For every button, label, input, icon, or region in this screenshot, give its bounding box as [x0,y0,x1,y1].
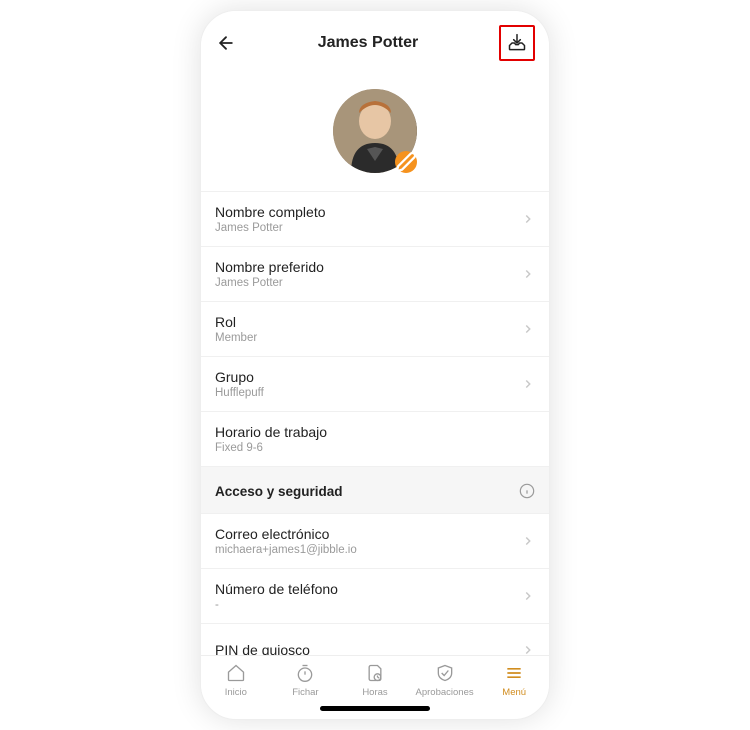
stopwatch-icon [295,663,315,683]
nav-label: Menú [502,687,526,698]
row-value: michaera+james1@jibble.io [215,544,521,556]
content-scroll[interactable]: Nombre completo James Potter Nombre pref… [201,73,549,655]
row-label: Nombre preferido [215,259,521,275]
avatar[interactable] [333,89,417,173]
home-indicator [320,706,430,711]
archive-download-icon [507,33,527,53]
archive-highlight [499,25,535,61]
nav-clock-in[interactable]: Fichar [271,662,341,698]
row-label: Correo electrónico [215,526,521,542]
row-full-name[interactable]: Nombre completo James Potter [201,191,549,246]
row-label: Horario de trabajo [215,424,535,440]
row-value: - [215,599,521,611]
chevron-right-icon [521,643,535,655]
pencil-icon [395,120,417,204]
info-icon[interactable] [519,483,535,499]
row-value: James Potter [215,277,521,289]
row-label: Rol [215,314,521,330]
phone-screen: James Potter [200,10,550,720]
row-role[interactable]: Rol Member [201,301,549,356]
chevron-right-icon [521,589,535,603]
back-arrow-icon [216,33,236,53]
avatar-section [201,73,549,191]
row-label: Número de teléfono [215,581,521,597]
bottom-nav: Inicio Fichar Horas Aprobaciones Menú [201,655,549,702]
nav-label: Aprobaciones [416,687,474,698]
shield-check-icon [435,663,455,683]
chevron-right-icon [521,377,535,391]
row-value: Member [215,332,521,344]
nav-label: Fichar [292,687,318,698]
edit-avatar-button[interactable] [395,151,417,173]
section-label: Acceso y seguridad [215,484,343,499]
row-value: Fixed 9-6 [215,442,535,454]
nav-label: Horas [362,687,387,698]
row-email[interactable]: Correo electrónico michaera+james1@jibbl… [201,513,549,568]
menu-icon [504,663,524,683]
row-group[interactable]: Grupo Hufflepuff [201,356,549,411]
chevron-right-icon [521,322,535,336]
archive-button[interactable] [503,29,531,57]
nav-home[interactable]: Inicio [201,662,271,698]
row-label: Grupo [215,369,521,385]
page-title: James Potter [318,34,419,52]
row-kiosk-pin[interactable]: PIN de quiosco [201,623,549,655]
nav-menu[interactable]: Menú [479,662,549,698]
home-icon [226,663,246,683]
row-label: PIN de quiosco [215,642,521,655]
row-value: James Potter [215,222,521,234]
row-phone[interactable]: Número de teléfono - [201,568,549,623]
chevron-right-icon [521,534,535,548]
row-preferred-name[interactable]: Nombre preferido James Potter [201,246,549,301]
section-access-security: Acceso y seguridad [201,466,549,513]
row-value: Hufflepuff [215,387,521,399]
header: James Potter [201,11,549,73]
document-clock-icon [365,663,385,683]
row-work-schedule[interactable]: Horario de trabajo Fixed 9-6 [201,411,549,466]
chevron-right-icon [521,212,535,226]
row-label: Nombre completo [215,204,521,220]
chevron-right-icon [521,267,535,281]
back-button[interactable] [215,32,237,54]
nav-hours[interactable]: Horas [340,662,410,698]
nav-label: Inicio [225,687,247,698]
nav-approvals[interactable]: Aprobaciones [410,662,480,698]
